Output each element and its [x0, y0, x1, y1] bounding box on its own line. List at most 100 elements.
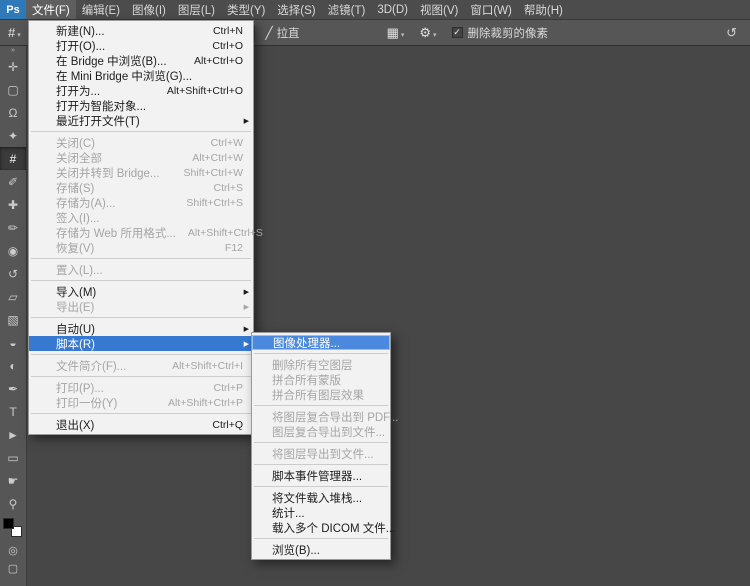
- menubar-item[interactable]: 文件(F): [26, 0, 76, 19]
- menu-separator: [254, 405, 388, 406]
- submenu-item-browse[interactable]: 浏览(B)...: [252, 542, 390, 557]
- menu-item-new[interactable]: 新建(N)...Ctrl+N: [29, 23, 253, 38]
- menu-item-exit[interactable]: 退出(X)Ctrl+Q: [29, 417, 253, 432]
- submenu-item-export-layers-to-files[interactable]: 将图层导出到文件...: [252, 446, 390, 461]
- shape-tool[interactable]: ▭: [0, 446, 26, 469]
- toolbar-collapse-control[interactable]: »: [0, 46, 26, 55]
- dodge-tool[interactable]: ◐: [0, 354, 26, 377]
- overlay-options-button[interactable]: ▦ ▾: [384, 25, 408, 40]
- menu-item-save-as[interactable]: 存储为(A)...Shift+Ctrl+S: [29, 195, 253, 210]
- clone-stamp-tool[interactable]: ◉: [0, 239, 26, 262]
- move-tool[interactable]: ✛: [0, 55, 26, 78]
- submenu-item-layer-comps-to-files[interactable]: 图层复合导出到文件...: [252, 424, 390, 439]
- menu-separator: [254, 538, 388, 539]
- menu-item-shortcut: Alt+Shift+Ctrl+P: [156, 397, 243, 409]
- submenu-item-flatten-all-masks[interactable]: 拼合所有蒙版: [252, 372, 390, 387]
- menubar-item[interactable]: 滤镜(T): [322, 0, 372, 19]
- menu-item-shortcut: Shift+Ctrl+W: [171, 167, 243, 179]
- menu-item-save-for-web[interactable]: 存储为 Web 所用格式...Alt+Shift+Ctrl+S: [29, 225, 253, 240]
- menu-item-label: 签入(I)...: [56, 210, 99, 226]
- menu-item-close[interactable]: 关闭(C)Ctrl+W: [29, 135, 253, 150]
- crop-tool[interactable]: #: [0, 147, 26, 170]
- eyedropper-tool[interactable]: ✐: [0, 170, 26, 193]
- menu-item-revert[interactable]: 恢复(V)F12: [29, 240, 253, 255]
- menubar-item[interactable]: 编辑(E): [76, 0, 126, 19]
- zoom-tool[interactable]: ⚲: [0, 492, 26, 515]
- menu-item-label: 文件简介(F)...: [56, 358, 126, 374]
- menu-item-scripts[interactable]: 脚本(R)▶: [29, 336, 253, 351]
- menu-item-save[interactable]: 存储(S)Ctrl+S: [29, 180, 253, 195]
- menu-item-import[interactable]: 导入(M)▶: [29, 284, 253, 299]
- pen-tool[interactable]: ✒: [0, 377, 26, 400]
- crop-settings-button[interactable]: ⚙ ▾: [416, 25, 439, 40]
- menu-item-browse-in-bridge[interactable]: 在 Bridge 中浏览(B)...Alt+Ctrl+O: [29, 53, 253, 68]
- brush-tool[interactable]: ✏: [0, 216, 26, 239]
- menu-separator: [31, 354, 251, 355]
- menubar-item[interactable]: 窗口(W): [464, 0, 518, 19]
- healing-brush-tool[interactable]: ✚: [0, 193, 26, 216]
- menu-item-label: 载入多个 DICOM 文件...: [272, 520, 395, 536]
- hand-tool[interactable]: ☛: [0, 469, 26, 492]
- menu-item-check-in[interactable]: 签入(I)...: [29, 210, 253, 225]
- menu-item-automate[interactable]: 自动(U)▶: [29, 321, 253, 336]
- history-brush-tool[interactable]: ↺: [0, 262, 26, 285]
- menu-item-close-and-go-to-bridge[interactable]: 关闭并转到 Bridge...Shift+Ctrl+W: [29, 165, 253, 180]
- submenu-item-flatten-all-layer-effects[interactable]: 拼合所有图层效果: [252, 387, 390, 402]
- menu-item-close-all[interactable]: 关闭全部Alt+Ctrl+W: [29, 150, 253, 165]
- reset-tool-icon[interactable]: ↺: [726, 26, 737, 39]
- submenu-item-layer-comps-to-pdf[interactable]: 将图层复合导出到 PDF...: [252, 409, 390, 424]
- tool-preset-picker[interactable]: # ▾: [5, 25, 24, 40]
- menubar-item[interactable]: 图像(I): [126, 0, 172, 19]
- eraser-tool[interactable]: ▱: [0, 285, 26, 308]
- menubar-item[interactable]: 选择(S): [271, 0, 321, 19]
- delete-cropped-pixels-option[interactable]: ✓ 删除裁剪的像素: [452, 25, 549, 41]
- menubar-item[interactable]: 类型(Y): [221, 0, 271, 19]
- menu-item-place[interactable]: 置入(L)...: [29, 262, 253, 277]
- menu-item-browse-in-mini-bridge[interactable]: 在 Mini Bridge 中浏览(G)...: [29, 68, 253, 83]
- menubar-item[interactable]: 帮助(H): [518, 0, 569, 19]
- menu-separator: [31, 413, 251, 414]
- menu-item-print[interactable]: 打印(P)...Ctrl+P: [29, 380, 253, 395]
- menu-item-label: 打开为智能对象...: [56, 98, 146, 114]
- menu-item-shortcut: Ctrl+S: [202, 182, 243, 194]
- submenu-arrow-icon: ▶: [244, 303, 249, 311]
- delete-cropped-pixels-label: 删除裁剪的像素: [468, 25, 549, 41]
- submenu-item-script-events-manager[interactable]: 脚本事件管理器...: [252, 468, 390, 483]
- submenu-arrow-icon: ▶: [244, 340, 249, 348]
- menu-item-label: 在 Mini Bridge 中浏览(G)...: [56, 68, 192, 84]
- menu-item-shortcut: Alt+Ctrl+O: [182, 55, 243, 67]
- path-selection-tool[interactable]: ►: [0, 423, 26, 446]
- blur-tool[interactable]: ◒: [0, 331, 26, 354]
- menubar-item[interactable]: 图层(L): [172, 0, 221, 19]
- quick-selection-tool[interactable]: ✦: [0, 124, 26, 147]
- submenu-item-load-multiple-dicom-files[interactable]: 载入多个 DICOM 文件...: [252, 520, 390, 535]
- submenu-item-load-files-into-stack[interactable]: 将文件载入堆栈...: [252, 490, 390, 505]
- menu-separator: [31, 317, 251, 318]
- menu-item-open-as[interactable]: 打开为...Alt+Shift+Ctrl+O: [29, 83, 253, 98]
- submenu-item-image-processor[interactable]: 图像处理器...: [252, 335, 390, 350]
- menu-item-print-one-copy[interactable]: 打印一份(Y)Alt+Shift+Ctrl+P: [29, 395, 253, 410]
- menubar-item[interactable]: 3D(D): [371, 0, 414, 19]
- menu-item-file-info[interactable]: 文件简介(F)...Alt+Shift+Ctrl+I: [29, 358, 253, 373]
- delete-cropped-pixels-checkbox[interactable]: ✓: [452, 27, 463, 38]
- straighten-button[interactable]: ╱ 拉直: [265, 25, 299, 41]
- type-tool[interactable]: T: [0, 400, 26, 423]
- file-menu-popup: 新建(N)...Ctrl+N打开(O)...Ctrl+O在 Bridge 中浏览…: [28, 20, 254, 435]
- submenu-item-delete-all-empty-layers[interactable]: 删除所有空图层: [252, 357, 390, 372]
- gradient-tool[interactable]: ▧: [0, 308, 26, 331]
- foreground-color-swatch[interactable]: [3, 518, 14, 529]
- menubar-item[interactable]: 视图(V): [414, 0, 464, 19]
- menu-item-open[interactable]: 打开(O)...Ctrl+O: [29, 38, 253, 53]
- menu-item-export[interactable]: 导出(E)▶: [29, 299, 253, 314]
- menu-item-open-as-smart-object[interactable]: 打开为智能对象...: [29, 98, 253, 113]
- submenu-item-statistics[interactable]: 统计...: [252, 505, 390, 520]
- menu-item-label: 关闭全部: [56, 150, 102, 166]
- lasso-tool[interactable]: Ω: [0, 101, 26, 124]
- menu-item-label: 拼合所有图层效果: [272, 387, 364, 403]
- marquee-tool[interactable]: ▢: [0, 78, 26, 101]
- quick-mask-button[interactable]: ◎: [0, 541, 26, 559]
- menu-item-open-recent[interactable]: 最近打开文件(T)▶: [29, 113, 253, 128]
- screen-mode-button[interactable]: ▢: [0, 559, 26, 577]
- menu-item-label: 自动(U): [56, 321, 95, 337]
- color-swatches[interactable]: [0, 517, 26, 541]
